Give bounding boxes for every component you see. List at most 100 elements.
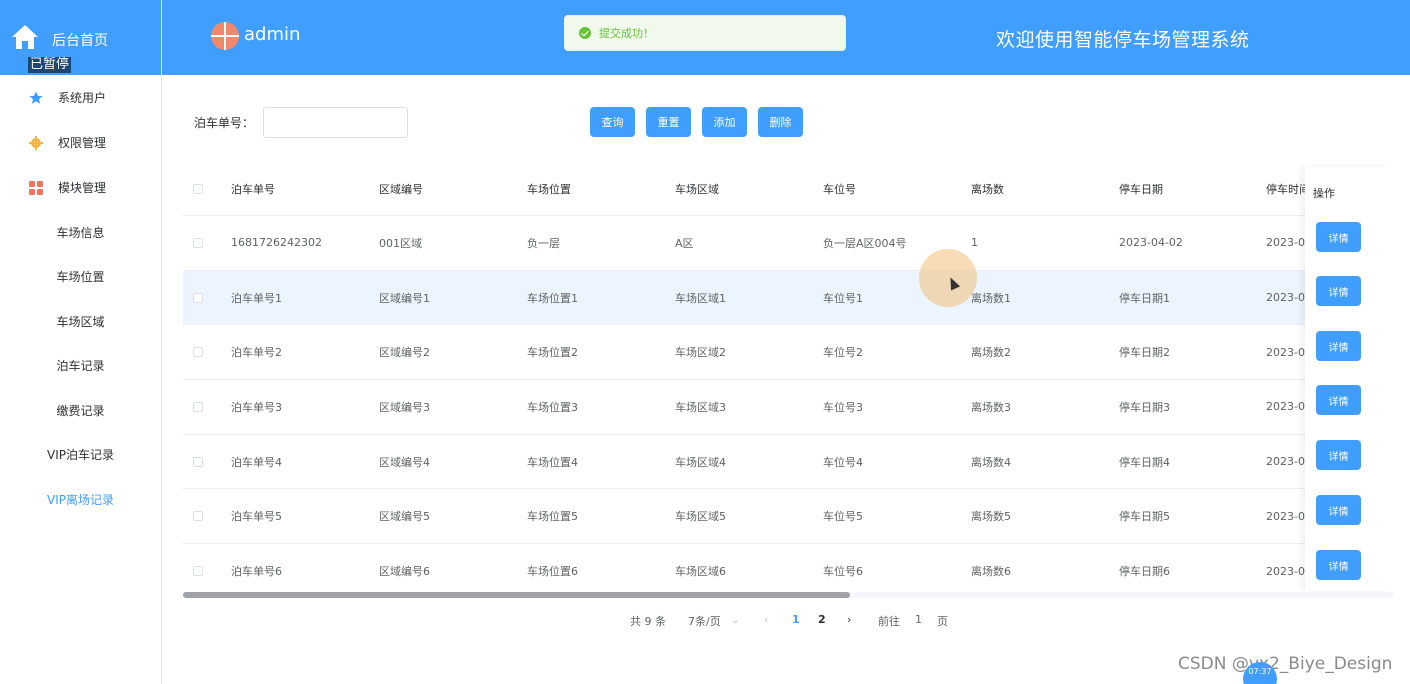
table-row[interactable]: 泊车单号4 区域编号4 车场位置4 车场区域4 车位号4 离场数4 停车日期4 … [183, 435, 1394, 490]
row-checkbox[interactable] [193, 511, 203, 522]
detail-button[interactable]: 详情 [1316, 440, 1361, 470]
table-row[interactable]: 泊车单号1 区域编号1 车场位置1 车场区域1 车位号1 离场数1 停车日期1 … [183, 270, 1394, 326]
menu-permission[interactable]: 权限管理 [0, 120, 161, 165]
cell-space-no: 车位号1 [823, 291, 863, 305]
sub-item-vip-parking[interactable]: VIP泊车记录 [0, 433, 161, 478]
cell-area-code: 区域编号3 [379, 400, 430, 414]
parking-no-input[interactable] [263, 107, 408, 138]
detail-button[interactable]: 详情 [1316, 276, 1361, 306]
goto-label: 前往 [878, 615, 900, 628]
add-button[interactable]: 添加 [702, 107, 747, 137]
prev-page-icon[interactable]: ‹ [764, 613, 768, 626]
delete-button[interactable]: 删除 [758, 107, 803, 137]
cell-parking-no: 泊车单号3 [231, 400, 282, 414]
cell-park-date: 停车日期4 [1119, 455, 1170, 469]
cell-park-date: 2023-04-02 [1119, 236, 1183, 250]
detail-button[interactable]: 详情 [1316, 222, 1361, 252]
search-label: 泊车单号： [194, 116, 255, 130]
cell-space-no: 车位号5 [823, 510, 863, 524]
goto-input[interactable]: 1 [915, 613, 922, 626]
page-size-select[interactable]: 7条/页 [688, 613, 721, 629]
page-number[interactable]: 2 [818, 613, 826, 626]
sub-item-lot-location[interactable]: 车场位置 [0, 255, 161, 300]
next-page-icon[interactable]: › [847, 613, 851, 626]
horizontal-scrollbar-thumb[interactable] [183, 592, 850, 598]
col-header: 停车日期 [1119, 182, 1163, 196]
page-number[interactable]: 1 [792, 613, 800, 626]
page-unit: 页 [937, 615, 948, 628]
col-header: 车场区域 [675, 182, 719, 196]
cell-exit-count: 离场数5 [971, 510, 1011, 524]
row-checkbox[interactable] [193, 401, 203, 412]
cell-exit-count: 离场数4 [971, 455, 1011, 469]
select-all-checkbox[interactable] [193, 183, 203, 194]
table-row[interactable]: 1681726242302 001区域 负一层 A区 负一层A区004号 1 2… [183, 216, 1394, 271]
row-checkbox[interactable] [193, 292, 203, 303]
detail-button[interactable]: 详情 [1316, 331, 1361, 361]
paused-label: 已暂停 [28, 57, 72, 73]
cell-space-no: 车位号6 [823, 565, 863, 579]
reset-button[interactable]: 重置 [646, 107, 691, 137]
cell-space-no: 车位号3 [823, 400, 863, 414]
query-button[interactable]: 查询 [590, 107, 635, 137]
detail-button[interactable]: 详情 [1316, 550, 1361, 580]
cell-area-code: 区域编号2 [379, 346, 430, 360]
cell-lot-location: 车场位置2 [527, 346, 578, 360]
cell-park-date: 停车日期5 [1119, 510, 1170, 524]
gear-icon [29, 136, 43, 150]
sub-item-lot-info[interactable]: 车场信息 [0, 210, 161, 255]
cell-parking-no: 泊车单号5 [231, 510, 282, 524]
cell-space-no: 车位号2 [823, 346, 863, 360]
chevron-down-icon[interactable]: ⌄ [731, 613, 740, 626]
detail-button[interactable]: 详情 [1316, 495, 1361, 525]
cell-exit-count: 1 [971, 236, 978, 250]
row-checkbox[interactable] [193, 237, 203, 248]
cell-lot-area: 车场区域2 [675, 346, 726, 360]
row-checkbox[interactable] [193, 456, 203, 467]
cell-lot-location: 车场位置3 [527, 400, 578, 414]
row-checkbox[interactable] [193, 566, 203, 577]
cell-lot-location: 负一层 [527, 236, 560, 250]
col-header: 泊车单号 [231, 182, 275, 196]
col-header: 停车时间 [1266, 182, 1310, 196]
cell-exit-count: 离场数2 [971, 346, 1011, 360]
col-header: 车位号 [823, 182, 856, 196]
sidebar: 后台首页 已暂停 系统用户 权限管理 模块管理 车场信息 车场位置 车场区域 泊… [0, 0, 162, 684]
cell-park-date: 停车日期1 [1119, 291, 1170, 305]
table-row[interactable]: 泊车单号3 区域编号3 车场位置3 车场区域3 车位号3 离场数3 停车日期3 … [183, 380, 1394, 435]
grid-icon [29, 181, 43, 195]
check-circle-icon [579, 27, 591, 39]
table-row[interactable]: 泊车单号5 区域编号5 车场位置5 车场区域5 车位号5 离场数5 停车日期5 … [183, 490, 1394, 545]
cell-parking-no: 泊车单号6 [231, 565, 282, 579]
sub-item-vip-exit[interactable]: VIP离场记录 [0, 477, 161, 522]
cell-lot-location: 车场位置1 [527, 291, 578, 305]
cell-parking-no: 1681726242302 [231, 236, 322, 250]
sub-item-payment-record[interactable]: 缴费记录 [0, 388, 161, 433]
cell-lot-area: 车场区域6 [675, 565, 726, 579]
table-row[interactable]: 泊车单号6 区域编号6 车场位置6 车场区域6 车位号6 离场数6 停车日期6 … [183, 544, 1394, 594]
toast-message: 提交成功！ [599, 27, 654, 40]
cell-area-code: 区域编号1 [379, 291, 430, 305]
avatar[interactable] [211, 22, 239, 50]
col-header: 区域编号 [379, 182, 423, 196]
user-name[interactable]: admin [244, 24, 300, 45]
watermark: CSDN @vx2_Biye_Design [1178, 654, 1393, 674]
cell-lot-area: 车场区域1 [675, 291, 726, 305]
cell-park-date: 停车日期3 [1119, 400, 1170, 414]
table-header: 泊车单号 区域编号 车场位置 车场区域 车位号 离场数 停车日期 停车时间 [183, 162, 1394, 216]
row-checkbox[interactable] [193, 347, 203, 358]
menu-label: 模块管理 [58, 181, 107, 195]
sidebar-brand[interactable]: 后台首页 已暂停 [0, 0, 161, 75]
cell-park-date: 停车日期6 [1119, 565, 1170, 579]
cell-lot-area: 车场区域3 [675, 400, 726, 414]
detail-button[interactable]: 详情 [1316, 385, 1361, 415]
cell-exit-count: 离场数3 [971, 400, 1011, 414]
cell-space-no: 负一层A区004号 [823, 236, 907, 250]
sub-item-lot-area[interactable]: 车场区域 [0, 299, 161, 344]
sub-item-parking-record[interactable]: 泊车记录 [0, 344, 161, 389]
cell-lot-area: 车场区域5 [675, 510, 726, 524]
menu-system-users[interactable]: 系统用户 [0, 75, 161, 120]
menu-modules[interactable]: 模块管理 [0, 165, 161, 210]
table-row[interactable]: 泊车单号2 区域编号2 车场位置2 车场区域2 车位号2 离场数2 停车日期2 … [183, 325, 1394, 381]
col-header: 车场位置 [527, 182, 571, 196]
